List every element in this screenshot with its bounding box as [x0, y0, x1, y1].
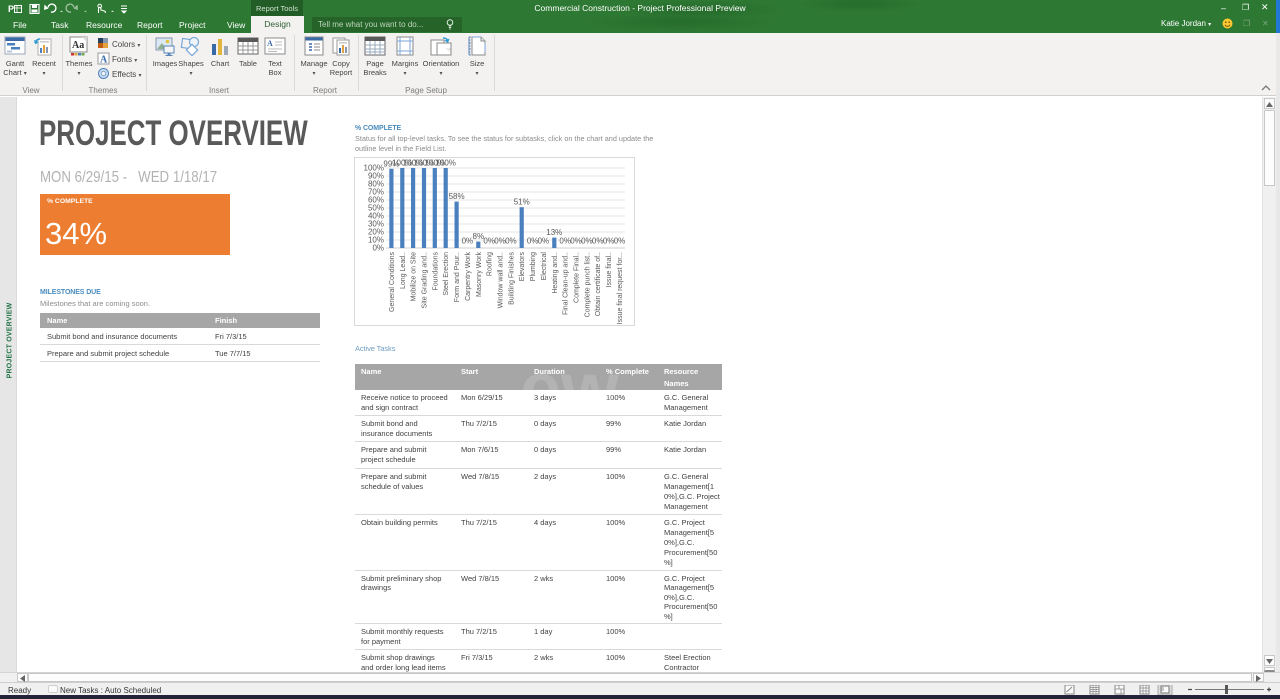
svg-text:Carpentry Work: Carpentry Work [465, 252, 472, 301]
svg-text:Complete Final..: Complete Final.. [574, 252, 581, 303]
svg-text:100%: 100% [364, 164, 384, 173]
svg-text:Building Finishes: Building Finishes [508, 252, 515, 305]
svg-text:0%: 0% [462, 237, 474, 246]
svg-text:0%: 0% [372, 244, 384, 253]
svg-text:Roofing: Roofing [487, 252, 494, 276]
svg-text:P: P [8, 4, 14, 14]
svg-text:Obtain certificate of..: Obtain certificate of.. [595, 252, 602, 316]
svg-text:58%: 58% [449, 192, 465, 201]
svg-text:Mobilize on Site: Mobilize on Site [411, 252, 418, 302]
svg-text:Long Lead..: Long Lead.. [400, 252, 407, 289]
svg-text:Elevators: Elevators [519, 252, 526, 282]
svg-text:30%: 30% [368, 220, 384, 229]
svg-text:60%: 60% [368, 196, 384, 205]
svg-text:10%: 10% [368, 236, 384, 245]
svg-text:Heating and..: Heating and.. [552, 252, 559, 294]
svg-text:40%: 40% [368, 212, 384, 221]
svg-text:0%: 0% [538, 237, 550, 246]
svg-text:0%: 0% [603, 237, 615, 246]
svg-text:50%: 50% [368, 204, 384, 213]
svg-text:0%: 0% [505, 237, 517, 246]
svg-text:Aa: Aa [72, 40, 84, 51]
svg-text:90%: 90% [368, 172, 384, 181]
svg-text:0%: 0% [592, 237, 604, 246]
svg-text:Form and Pour..: Form and Pour.. [454, 252, 461, 302]
svg-text:20%: 20% [368, 228, 384, 237]
svg-text:51%: 51% [514, 198, 530, 207]
svg-text:Issue final request for...: Issue final request for... [617, 252, 624, 324]
svg-text:A: A [267, 39, 273, 48]
svg-text:80%: 80% [368, 180, 384, 189]
svg-text:70%: 70% [368, 188, 384, 197]
svg-text:Steel Erection: Steel Erection [443, 252, 450, 296]
svg-text:0%: 0% [570, 237, 582, 246]
svg-text:Issue final..: Issue final.. [606, 252, 613, 287]
svg-text:Electrical: Electrical [541, 252, 548, 281]
svg-text:Masonry Work: Masonry Work [476, 252, 483, 297]
svg-text:0%: 0% [614, 237, 626, 246]
svg-text:100%: 100% [435, 159, 455, 168]
svg-text:0%: 0% [483, 237, 495, 246]
svg-text:Window wall and..: Window wall and.. [498, 252, 505, 308]
svg-text:0%: 0% [494, 237, 506, 246]
svg-text:Complete punch list..: Complete punch list.. [584, 252, 591, 317]
svg-text:Site Grading and..: Site Grading and.. [422, 252, 429, 308]
svg-text:A: A [100, 55, 108, 66]
svg-text:Plumbing: Plumbing [530, 252, 537, 281]
svg-text:Foundations: Foundations [432, 252, 439, 291]
svg-text:Final Clean-up and..: Final Clean-up and.. [563, 252, 570, 315]
svg-text:General Conditions: General Conditions [389, 252, 396, 312]
